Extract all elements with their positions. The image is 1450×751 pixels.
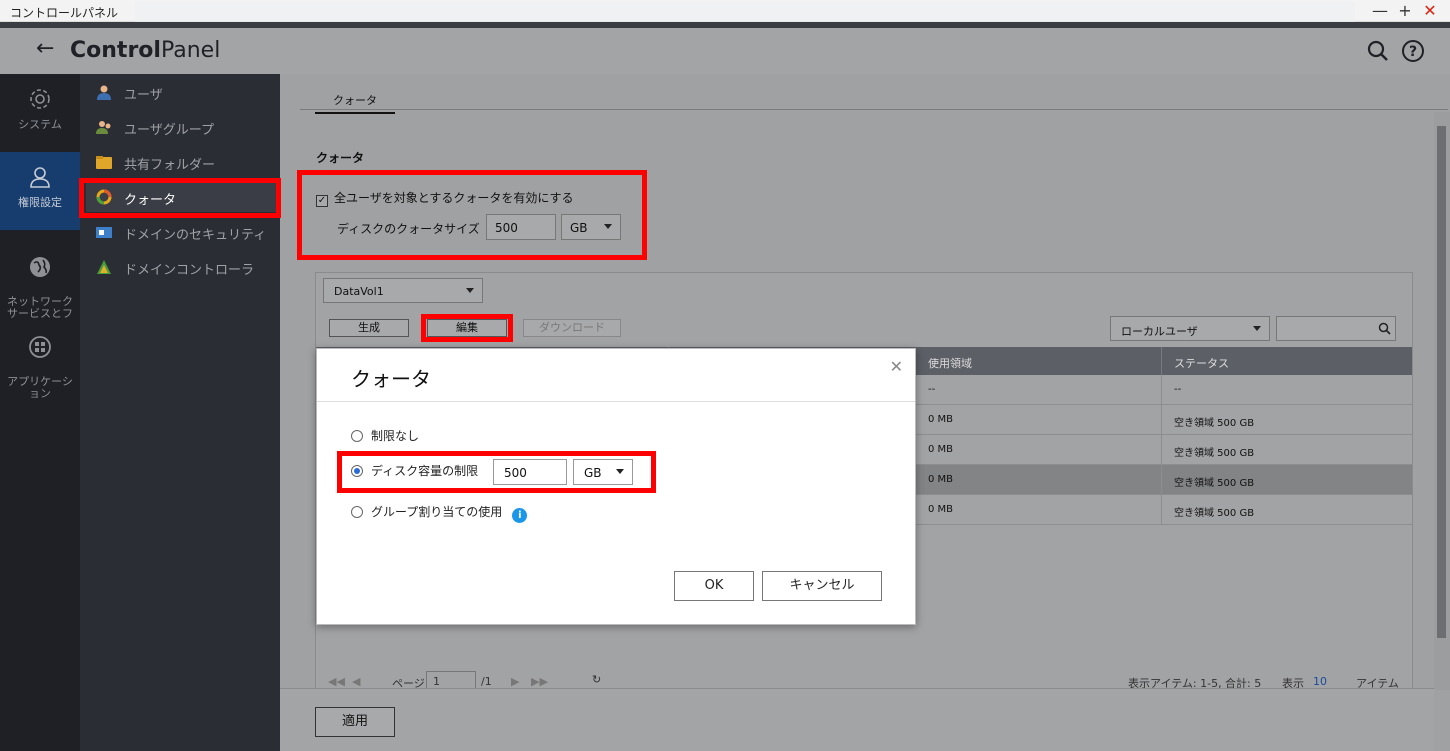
chevron-down-icon xyxy=(1253,326,1261,331)
next-page-icon[interactable]: ▶ xyxy=(511,675,519,688)
tab-divider xyxy=(300,109,1448,110)
subnav-item-user-groups[interactable]: ユーザグループ xyxy=(86,112,276,142)
help-icon[interactable]: ? xyxy=(1400,38,1426,64)
scrollbar[interactable] xyxy=(1434,112,1450,690)
subnav-item-users[interactable]: ユーザ xyxy=(86,77,276,107)
rail-item-system[interactable]: システム xyxy=(0,74,80,152)
subnav-item-domain-controller[interactable]: ドメインコントローラ xyxy=(86,252,276,282)
ok-button[interactable]: OK xyxy=(674,571,754,601)
section-title: クォータ xyxy=(316,151,365,165)
background-window xyxy=(135,2,1355,22)
prev-page-icon[interactable]: ◀ xyxy=(352,675,360,688)
rail-item-network[interactable]: ネットワーク サービスとフ xyxy=(0,230,80,320)
rail-label: アプリケーシ ョン xyxy=(7,375,73,400)
domain-controller-icon xyxy=(97,260,111,274)
first-page-icon[interactable]: ◀◀ xyxy=(328,675,345,688)
highlight-frame-quota xyxy=(79,178,281,218)
last-page-icon[interactable]: ▶▶ xyxy=(531,675,548,688)
radio-group[interactable] xyxy=(351,506,363,518)
rail-item-applications[interactable]: アプリケーシ ョン xyxy=(0,310,80,400)
subnav: ユーザ ユーザグループ 共有フォルダー クォータ ドメインのセキュリティ ドメイ… xyxy=(80,74,280,751)
svg-text:?: ? xyxy=(1409,44,1417,60)
highlight-frame-edit xyxy=(421,314,513,342)
dialog-divider xyxy=(317,401,915,402)
dialog-title: クォータ xyxy=(351,367,431,391)
download-button[interactable]: ダウンロード xyxy=(523,319,621,337)
domain-security-icon xyxy=(96,227,112,238)
create-button[interactable]: 生成 xyxy=(329,319,409,337)
back-arrow-icon[interactable]: ← xyxy=(36,36,54,61)
maximize-button[interactable]: + xyxy=(1394,1,1416,21)
subnav-item-shared-folders[interactable]: 共有フォルダー xyxy=(86,147,276,177)
apps-icon xyxy=(29,336,51,358)
rail-label: システム xyxy=(18,118,62,131)
grid-search-input[interactable] xyxy=(1276,316,1396,341)
apply-button[interactable]: 適用 xyxy=(315,707,395,737)
column-divider xyxy=(1161,347,1162,375)
user-group-icon xyxy=(96,121,111,134)
search-icon xyxy=(1378,322,1391,335)
chevron-down-icon xyxy=(466,288,474,293)
info-icon[interactable]: i xyxy=(512,508,528,523)
refresh-icon[interactable]: ↻ xyxy=(592,673,601,686)
per-page-select[interactable]: 10 xyxy=(1313,675,1327,688)
window-title: コントロールパネル xyxy=(10,6,119,20)
user-icon xyxy=(97,85,111,100)
search-icon[interactable] xyxy=(1365,38,1391,64)
rail-item-permissions[interactable]: 権限設定 xyxy=(0,152,80,230)
rail-label: 権限設定 xyxy=(18,196,62,209)
radio-unlimited[interactable] xyxy=(351,430,363,442)
globe-icon xyxy=(30,257,50,277)
app-title: ControlPanel xyxy=(70,38,221,63)
volume-select[interactable]: DataVol1 xyxy=(323,278,483,303)
column-header-status[interactable]: ステータス xyxy=(1174,355,1229,371)
page-total: /1 xyxy=(481,675,492,688)
option-group[interactable]: グループ割り当ての使用 i xyxy=(351,503,528,523)
user-type-select[interactable]: ローカルユーザ xyxy=(1110,316,1270,341)
column-header-used[interactable]: 使用領域 xyxy=(928,355,972,371)
bottom-bar: 適用 xyxy=(280,688,1434,751)
highlight-frame-enable xyxy=(297,170,647,260)
close-button[interactable]: ✕ xyxy=(1419,1,1441,21)
gear-icon xyxy=(30,89,50,109)
option-unlimited[interactable]: 制限なし xyxy=(351,427,419,444)
left-rail: システム 権限設定 ネットワーク サービスとフ アプリケーシ ョン xyxy=(0,74,80,751)
highlight-frame-limit xyxy=(337,451,656,493)
folder-icon xyxy=(96,156,112,169)
window-titlebar: コントロールパネル — + ✕ xyxy=(0,0,1450,22)
tab-quota[interactable]: クォータ xyxy=(315,92,395,114)
close-icon[interactable]: ✕ xyxy=(890,357,903,376)
user-icon xyxy=(30,167,50,188)
scroll-thumb[interactable] xyxy=(1437,126,1446,638)
app-header: ← ControlPanel ? xyxy=(0,22,1450,74)
cancel-button[interactable]: キャンセル xyxy=(762,571,882,601)
subnav-item-domain-security[interactable]: ドメインのセキュリティ xyxy=(86,217,276,247)
minimize-button[interactable]: — xyxy=(1369,1,1391,21)
